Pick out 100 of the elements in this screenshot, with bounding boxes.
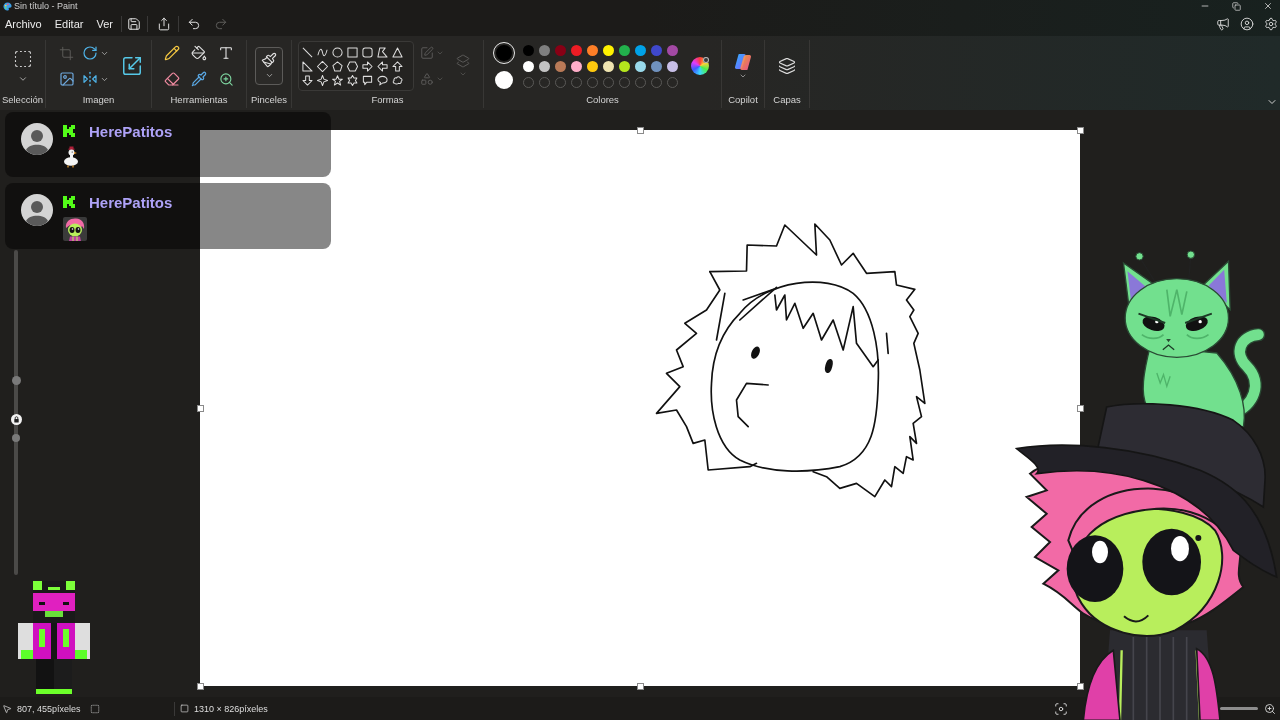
resize-handle[interactable] bbox=[197, 683, 204, 690]
group-label: Formas bbox=[370, 93, 405, 107]
color-swatch-icon[interactable] bbox=[554, 60, 566, 72]
canvas-size-icon bbox=[180, 704, 189, 713]
oval-icon[interactable] bbox=[332, 46, 343, 58]
rotate-icon[interactable] bbox=[82, 45, 98, 61]
caret-icon[interactable] bbox=[264, 71, 274, 80]
pointer-icon bbox=[2, 703, 12, 714]
color-swatch-icon[interactable] bbox=[522, 60, 534, 72]
image-icon[interactable] bbox=[58, 71, 75, 87]
username: HerePatitos bbox=[89, 193, 173, 211]
avatar-icon bbox=[21, 194, 53, 226]
megaphone-icon[interactable] bbox=[1216, 17, 1230, 31]
menu-item[interactable]: Ver bbox=[91, 13, 118, 35]
menu-item[interactable]: Editar bbox=[49, 13, 89, 35]
share-icon[interactable] bbox=[156, 17, 171, 31]
colorful-logo-icon[interactable] bbox=[734, 52, 752, 71]
color-wheel-icon[interactable] bbox=[691, 57, 709, 75]
brush-icon[interactable] bbox=[261, 52, 277, 68]
rectangle-icon[interactable] bbox=[347, 46, 358, 58]
color-swatch-icon[interactable] bbox=[570, 60, 582, 72]
hexagon-icon[interactable] bbox=[347, 60, 358, 72]
color-swatch-icon[interactable] bbox=[650, 44, 662, 56]
color-swatch-icon[interactable] bbox=[666, 60, 678, 72]
left-arrow-icon[interactable] bbox=[377, 60, 388, 72]
four-point-star-icon[interactable] bbox=[317, 74, 328, 86]
color-swatch-icon[interactable] bbox=[618, 60, 630, 72]
avatar-icon bbox=[21, 123, 53, 155]
color-swatch-icon[interactable] bbox=[554, 44, 566, 56]
color-swatch-icon[interactable] bbox=[538, 60, 550, 72]
settings-icon[interactable] bbox=[1264, 17, 1278, 31]
cloud-callout-icon[interactable] bbox=[392, 74, 403, 86]
resize-handle[interactable] bbox=[637, 683, 644, 690]
cursor-position: 807, 455píxeles bbox=[17, 703, 81, 714]
color-swatch-icon[interactable] bbox=[634, 60, 646, 72]
resize-icon[interactable] bbox=[120, 55, 143, 77]
resize-handle[interactable] bbox=[1077, 405, 1084, 412]
brush-button[interactable] bbox=[255, 47, 283, 85]
group-label: Pinceles bbox=[250, 93, 288, 107]
color-swatch-icon[interactable] bbox=[602, 44, 614, 56]
pentagon-icon[interactable] bbox=[332, 60, 343, 72]
selection-icon[interactable] bbox=[12, 48, 33, 69]
save-icon[interactable] bbox=[126, 17, 141, 31]
knob-icon bbox=[11, 376, 21, 385]
color-swatch-icon[interactable] bbox=[586, 60, 598, 72]
color-swatch-icon[interactable] bbox=[618, 44, 630, 56]
color-picker-icon[interactable] bbox=[191, 71, 207, 87]
layers-icon[interactable] bbox=[778, 57, 796, 75]
lock-icon bbox=[11, 414, 22, 425]
group-label: Copilot bbox=[727, 93, 759, 107]
magnifier-icon[interactable] bbox=[218, 71, 234, 87]
color-swatch-icon[interactable] bbox=[602, 60, 614, 72]
eraser-icon[interactable] bbox=[164, 71, 180, 87]
down-arrow-icon[interactable] bbox=[302, 74, 313, 86]
rounded-rectangle-icon[interactable] bbox=[362, 46, 373, 58]
diamond-icon[interactable] bbox=[317, 60, 328, 72]
color-swatch-icon[interactable] bbox=[634, 44, 646, 56]
platform-badge-icon bbox=[63, 196, 75, 208]
paint-bucket-icon[interactable] bbox=[191, 45, 207, 61]
right-arrow-icon[interactable] bbox=[362, 60, 373, 72]
color-swatch-icon[interactable] bbox=[666, 44, 678, 56]
window-title: Sin título - Paint bbox=[14, 0, 78, 12]
resize-handle[interactable] bbox=[1077, 127, 1084, 134]
five-point-star-icon[interactable] bbox=[332, 74, 343, 86]
color-swatch-icon[interactable] bbox=[522, 44, 534, 56]
canvas-size: 1310 × 826píxeles bbox=[194, 703, 268, 714]
six-point-star-icon[interactable] bbox=[347, 74, 358, 86]
zoom-in-icon[interactable] bbox=[1264, 702, 1276, 715]
text-icon[interactable] bbox=[218, 45, 234, 61]
color-swatch-icon[interactable] bbox=[570, 44, 582, 56]
pencil-icon[interactable] bbox=[164, 45, 180, 61]
zoom-slider[interactable] bbox=[1220, 707, 1258, 710]
line-icon[interactable] bbox=[302, 46, 313, 58]
flip-icon[interactable] bbox=[82, 71, 98, 87]
close-icon[interactable] bbox=[1263, 1, 1273, 11]
account-icon[interactable] bbox=[1240, 17, 1254, 31]
menu-item[interactable]: Archivo bbox=[0, 13, 47, 35]
right-triangle-icon[interactable] bbox=[302, 60, 313, 72]
knob-icon bbox=[12, 434, 20, 442]
selection-size-icon bbox=[90, 703, 100, 714]
group-label: Colores bbox=[585, 93, 620, 107]
username: HerePatitos bbox=[89, 122, 173, 140]
resize-handle[interactable] bbox=[197, 405, 204, 412]
round-callout-icon[interactable] bbox=[377, 74, 388, 86]
resize-handle[interactable] bbox=[1077, 683, 1084, 690]
resize-handle[interactable] bbox=[637, 127, 644, 134]
restore-icon[interactable] bbox=[1232, 1, 1241, 11]
character-emote-icon bbox=[63, 217, 87, 241]
undo-icon[interactable] bbox=[186, 17, 201, 31]
fit-to-window-icon[interactable] bbox=[1054, 701, 1068, 716]
group-label: Capas bbox=[772, 93, 802, 107]
curve-icon[interactable] bbox=[317, 46, 328, 58]
polygon-icon[interactable] bbox=[377, 46, 388, 58]
color-swatch-icon[interactable] bbox=[586, 44, 598, 56]
color-swatch-icon[interactable] bbox=[650, 60, 662, 72]
group-label: Imagen bbox=[81, 93, 116, 107]
triangle-icon[interactable] bbox=[392, 46, 403, 58]
color-swatch-icon[interactable] bbox=[538, 44, 550, 56]
up-arrow-icon[interactable] bbox=[392, 60, 403, 72]
square-callout-icon[interactable] bbox=[362, 74, 373, 86]
